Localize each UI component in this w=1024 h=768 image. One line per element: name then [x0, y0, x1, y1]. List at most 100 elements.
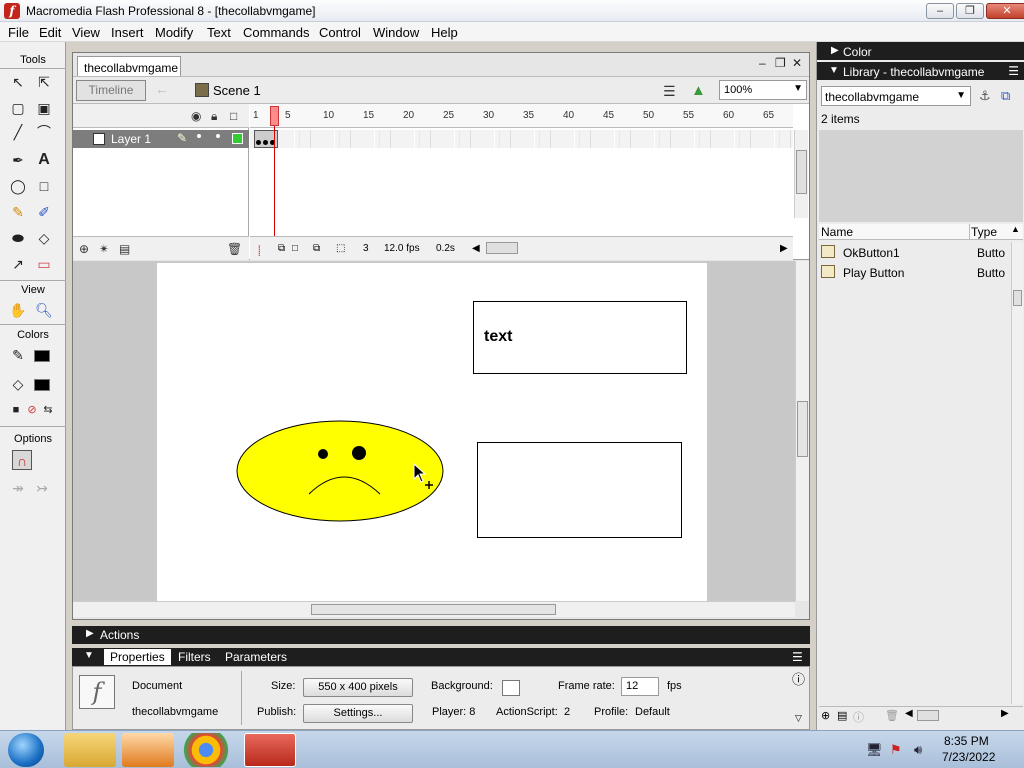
stage-hscroll[interactable]	[73, 601, 795, 617]
outline-icon[interactable]: □	[230, 109, 237, 123]
menu-help[interactable]: Help	[431, 25, 458, 40]
delete-icon[interactable]: 🗑︎	[885, 709, 899, 722]
menu-edit[interactable]: Edit	[39, 25, 61, 40]
scroll-left-icon[interactable]: ◀	[905, 708, 913, 719]
background-color-swatch[interactable]	[502, 680, 520, 696]
playhead[interactable]	[270, 106, 279, 126]
pencil-tool-icon[interactable]: ✎	[8, 202, 28, 222]
clock-time[interactable]: 8:35 PM	[944, 734, 989, 748]
help-icon[interactable]: ⓘ	[792, 669, 805, 688]
smooth-option-icon[interactable]: ↠	[8, 478, 28, 498]
selection-tool-icon[interactable]: ↖	[8, 72, 28, 92]
scroll-left-icon[interactable]: ◀	[472, 243, 480, 254]
library-vscroll-thumb[interactable]	[1013, 290, 1022, 306]
menu-commands[interactable]: Commands	[243, 25, 309, 40]
color-panel-header[interactable]: ▶ Color	[817, 42, 1024, 60]
flash-taskbar-icon[interactable]	[244, 733, 296, 767]
size-button[interactable]: 550 x 400 pixels	[303, 678, 413, 697]
snap-to-objects-icon[interactable]: ∩	[12, 450, 32, 470]
scroll-right-icon[interactable]: ▶	[780, 243, 788, 254]
paint-bucket-tool-icon[interactable]: ◇	[34, 228, 54, 248]
hand-tool-icon[interactable]: ✋	[8, 300, 28, 320]
free-transform-tool-icon[interactable]: ▢	[8, 98, 28, 118]
timeline-toggle-button[interactable]: Timeline	[76, 80, 146, 101]
library-item[interactable]: OkButton1 Butto	[819, 242, 1023, 262]
menu-view[interactable]: View	[72, 25, 100, 40]
minimize-button[interactable]: –	[926, 3, 954, 19]
ink-bottle-tool-icon[interactable]: ⬬	[8, 228, 28, 248]
add-motion-guide-icon[interactable]: ✴	[99, 242, 109, 256]
rectangle-tool-icon[interactable]: □	[34, 176, 54, 196]
frame-ruler[interactable]: 1 5 10 15 20 25 30 35 40 45 50 55 60 65	[250, 104, 793, 128]
stage[interactable]: text	[157, 263, 707, 601]
stage-hscroll-thumb[interactable]	[311, 604, 556, 615]
lasso-tool-icon[interactable]: ⌒	[34, 122, 54, 142]
eyedropper-tool-icon[interactable]: ↗	[8, 254, 28, 274]
volume-icon[interactable]: 🔊︎	[914, 742, 922, 758]
lock-dot[interactable]	[216, 134, 220, 138]
frame-row[interactable]	[250, 130, 793, 148]
tab-parameters[interactable]: Parameters	[225, 650, 287, 664]
stage-vscroll-thumb[interactable]	[797, 401, 808, 457]
insert-folder-icon[interactable]: ▤	[119, 242, 130, 256]
panel-options-icon[interactable]: ☰	[1008, 64, 1019, 78]
timeline-vscroll[interactable]	[794, 130, 808, 218]
fill-color-swatch[interactable]	[34, 379, 50, 391]
tab-filters[interactable]: Filters	[178, 650, 211, 664]
start-button[interactable]	[8, 733, 44, 767]
timeline-hscroll-thumb[interactable]	[486, 242, 518, 254]
expand-properties-icon[interactable]: ▽	[795, 713, 802, 724]
frame-rate-input[interactable]: 12	[621, 677, 659, 696]
settings-button[interactable]: Settings...	[303, 704, 413, 723]
edit-scene-icon[interactable]: ☰	[663, 83, 676, 100]
doc-minimize-icon[interactable]: –	[759, 56, 766, 70]
text-tool-icon[interactable]: A	[34, 150, 54, 170]
stage-text-field[interactable]: text	[473, 301, 687, 374]
center-frame-icon[interactable]: ⸽	[258, 243, 261, 257]
library-select[interactable]: thecollabvmgame ▼	[821, 86, 971, 106]
close-button[interactable]: ✕	[986, 3, 1024, 19]
sort-icon[interactable]: ▲	[1011, 224, 1020, 234]
layer-outline-color[interactable]	[232, 133, 243, 144]
stroke-color-swatch[interactable]	[34, 350, 50, 362]
menu-insert[interactable]: Insert	[111, 25, 144, 40]
eraser-tool-icon[interactable]: ▭	[34, 254, 54, 274]
modify-onion-markers-icon[interactable]: ⬚	[336, 243, 345, 254]
zoom-select[interactable]: 100% ▼	[719, 80, 807, 100]
library-vscroll[interactable]	[1011, 242, 1023, 704]
menu-modify[interactable]: Modify	[155, 25, 193, 40]
onion-skin-icon[interactable]: ⧉	[278, 243, 285, 254]
delete-layer-icon[interactable]: 🗑︎	[227, 242, 242, 256]
layer-row[interactable]: Layer 1 ✎	[73, 130, 249, 148]
panel-options-icon[interactable]: ☰	[792, 650, 803, 664]
library-panel-header[interactable]: ▼ Library - thecollabvmgame ☰	[817, 62, 1024, 80]
clock-date[interactable]: 7/23/2022	[942, 750, 995, 764]
explorer-taskbar-icon[interactable]	[64, 733, 116, 767]
restore-button[interactable]: ❐	[956, 3, 984, 19]
library-item[interactable]: Play Button Butto	[819, 262, 1023, 282]
oval-tool-icon[interactable]: ◯	[8, 176, 28, 196]
scroll-right-icon[interactable]: ▶	[1001, 708, 1009, 719]
onion-skin-outlines-icon[interactable]: □	[292, 243, 298, 254]
edit-symbols-icon[interactable]: ▲	[691, 82, 706, 99]
chrome-taskbar-icon[interactable]	[180, 733, 232, 767]
document-tab[interactable]: thecollabvmgame	[77, 56, 181, 76]
pin-library-icon[interactable]: ⚓	[979, 88, 991, 104]
doc-close-icon[interactable]: ✕	[792, 56, 802, 70]
eye-icon[interactable]: ◉	[191, 109, 201, 123]
menu-text[interactable]: Text	[207, 25, 231, 40]
fill-transform-tool-icon[interactable]: ▣	[34, 98, 54, 118]
lock-icon[interactable]: 🔒︎	[211, 109, 217, 124]
stage-empty-box[interactable]	[477, 442, 682, 538]
timeline-vscroll-thumb[interactable]	[796, 150, 807, 194]
collapse-arrow-icon[interactable]: ▼	[84, 650, 94, 661]
doc-restore-icon[interactable]: ❐	[775, 56, 786, 70]
stage-vscroll[interactable]	[795, 261, 809, 601]
tab-properties[interactable]: Properties	[104, 649, 171, 665]
subselection-tool-icon[interactable]: ⇱	[34, 72, 54, 92]
pen-tool-icon[interactable]: ✒	[8, 150, 28, 170]
action-center-icon[interactable]: ⚑	[890, 742, 902, 758]
library-hscroll-thumb[interactable]	[917, 710, 939, 721]
menu-file[interactable]: File	[8, 25, 29, 40]
line-tool-icon[interactable]: ╱	[8, 122, 28, 142]
